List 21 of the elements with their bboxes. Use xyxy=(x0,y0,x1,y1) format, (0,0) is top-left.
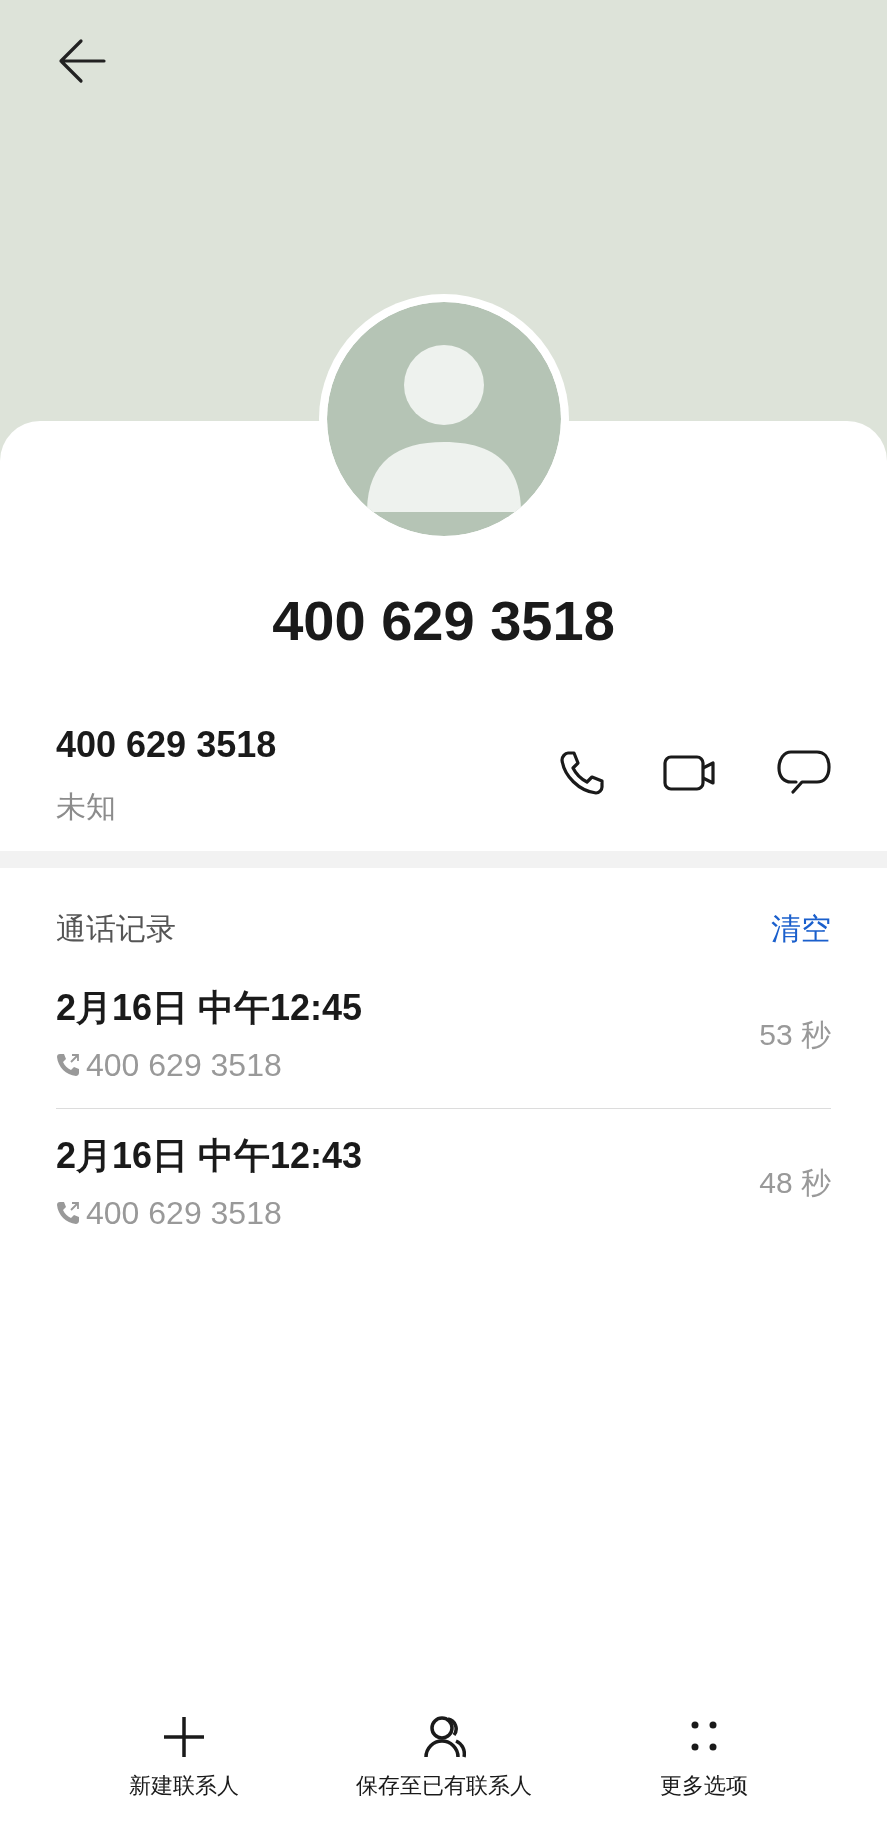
section-title: 通话记录 xyxy=(56,911,176,947)
clear-button[interactable]: 清空 xyxy=(771,909,831,949)
phone-number: 400 629 3518 xyxy=(56,723,278,767)
message-icon[interactable] xyxy=(777,749,831,796)
call-duration: 53 秒 xyxy=(759,1017,831,1053)
phone-number-title: 400 629 3518 xyxy=(271,588,616,654)
number-label: 未知 xyxy=(56,789,117,825)
action-button[interactable]: 新建联系人 xyxy=(53,1715,314,1801)
call-duration: 48 秒 xyxy=(759,1165,831,1201)
call-number: 400 629 3518 xyxy=(86,1046,282,1085)
outgoing-call-icon xyxy=(56,1053,80,1077)
person-icon xyxy=(421,1715,466,1759)
action-button[interactable]: 保存至已有联系人 xyxy=(313,1715,574,1801)
back-icon[interactable] xyxy=(58,38,106,84)
action-button[interactable]: 更多选项 xyxy=(573,1715,834,1801)
outgoing-call-icon xyxy=(56,1201,80,1225)
plus-icon xyxy=(161,1715,206,1759)
phone-icon[interactable] xyxy=(559,749,605,796)
call-time: 2月16日 中午12:43 xyxy=(56,1134,364,1178)
call-time: 2月16日 中午12:45 xyxy=(56,986,364,1030)
call-number: 400 629 3518 xyxy=(86,1194,282,1233)
